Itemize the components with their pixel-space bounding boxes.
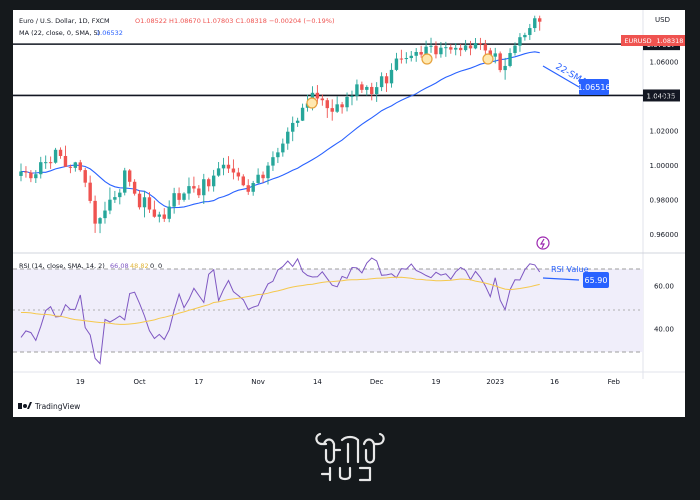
event-icon[interactable] [536, 236, 550, 250]
chart-panel: 1.070171.04035 1.060001.040001.020001.00… [13, 10, 685, 417]
bull-logo-icon [315, 432, 385, 482]
ma-value: 1.06532 [96, 29, 123, 37]
peak-marker-3 [482, 53, 494, 65]
price-tick-label: 1.04000 [650, 93, 679, 101]
peak-marker-2 [421, 53, 433, 65]
rsi-value-2: 48.82 [130, 262, 149, 270]
time-tick-label: 19 [431, 378, 440, 386]
time-tick-label: Feb [608, 378, 621, 386]
rsi-tick-label: 40.00 [654, 326, 674, 334]
rsi-value-1: 66.08 [110, 262, 129, 270]
rsi-value-3: 0 [150, 262, 154, 270]
brand-name: TradingView [34, 402, 80, 411]
candle [123, 167, 127, 196]
price-tick-label: 0.98000 [650, 196, 679, 204]
watermark-logo [310, 428, 390, 488]
time-tick-label: 14 [313, 378, 322, 386]
time-tick-label: Oct [134, 378, 146, 386]
price-tick-label: 0.96000 [650, 231, 679, 239]
symbol-title: Euro / U.S. Dollar, 1D, FXCM [19, 17, 110, 25]
peak-marker-1 [306, 97, 318, 109]
currency-label: USD [655, 16, 670, 24]
time-tick-label: 19 [76, 378, 85, 386]
tradingview-logo-icon [18, 402, 32, 409]
time-tick-label: Dec [370, 378, 384, 386]
candle [53, 147, 58, 164]
price-tick-label: 1.00000 [650, 162, 679, 170]
rsi-annotation-text: RSI Value [551, 265, 589, 274]
rsi-tag: 65.90 [585, 276, 608, 285]
price-tick-label: 1.06000 [650, 59, 679, 67]
price-pane [13, 10, 643, 251]
page-frame: 1.070171.04035 1.060001.040001.020001.00… [0, 0, 700, 500]
candle [498, 51, 502, 73]
ohlc-values: O1.08522 H1.08670 L1.07803 C1.08318 −0.0… [135, 17, 335, 25]
time-tick-label: 2023 [486, 378, 504, 386]
price-tick-label: 1.02000 [650, 128, 679, 136]
rsi-header: RSI (14, close, SMA, 14, 2) [19, 262, 105, 270]
price-tag: 1.08318 [657, 37, 684, 45]
time-tick-label: 16 [550, 378, 559, 386]
symbol-tag: EURUSD [624, 37, 651, 45]
time-tick-label: 17 [194, 378, 203, 386]
rsi-tick-label: 60.00 [654, 282, 674, 290]
price-chart-svg: 1.070171.04035 1.060001.040001.020001.00… [13, 10, 685, 411]
rsi-value-4: 0 [158, 262, 162, 270]
time-tick-label: Nov [251, 378, 265, 386]
ma-legend: MA (22, close, 0, SMA, 5) [19, 29, 100, 37]
sma-tag: 1.06516 [577, 83, 610, 92]
